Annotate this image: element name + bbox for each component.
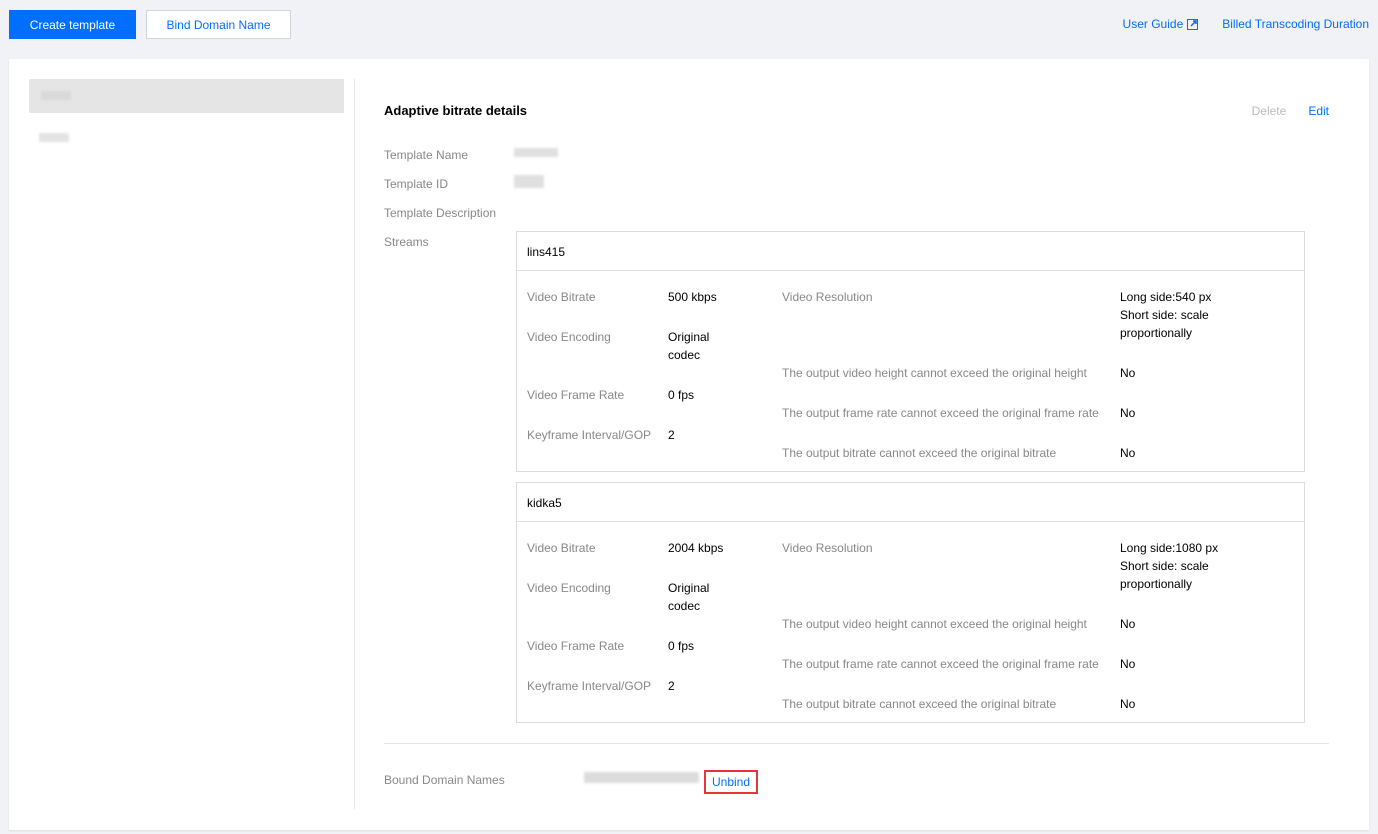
detail-title: Adaptive bitrate details (384, 103, 528, 118)
bind-domain-name-button[interactable]: Bind Domain Name (146, 10, 291, 39)
billed-transcoding-duration-link[interactable]: Billed Transcoding Duration (1222, 17, 1369, 31)
height-limit-value: No (1120, 617, 1136, 631)
video-resolution-label: Video Resolution (782, 290, 873, 304)
video-resolution-label: Video Resolution (782, 541, 873, 555)
template-name-label: Template Name (384, 148, 469, 162)
template-list-item[interactable] (29, 123, 344, 157)
stream-card: kidka5 Video Bitrate 2004 kbps Video Enc… (516, 482, 1305, 723)
unbind-button[interactable]: Unbind (704, 770, 758, 794)
bitrate-limit-value: No (1120, 446, 1136, 460)
streams-label: Streams (384, 235, 429, 249)
video-frame-rate-label: Video Frame Rate (527, 639, 625, 653)
framerate-limit-label: The output frame rate cannot exceed the … (782, 657, 1099, 671)
video-resolution-value-line: Long side:540 px (1120, 290, 1212, 304)
video-frame-rate-value: 0 fps (668, 388, 695, 402)
keyframe-interval-value: 2 (668, 428, 675, 442)
video-encoding-value-line: codec (668, 599, 701, 613)
stream-name: kidka5 (517, 483, 1304, 522)
bitrate-limit-label: The output bitrate cannot exceed the ori… (782, 697, 1057, 711)
video-frame-rate-label: Video Frame Rate (527, 388, 625, 402)
top-links: User Guide Billed Transcoding Duration (1123, 17, 1369, 31)
redacted-template-name (41, 91, 71, 100)
main-panel: Adaptive bitrate details Delete Edit Tem… (9, 59, 1369, 830)
stream-params: Video Bitrate 2004 kbps Video Encoding O… (517, 522, 1304, 722)
detail-actions: Delete Edit (1252, 104, 1329, 118)
template-id-label: Template ID (384, 177, 449, 191)
external-link-icon (1187, 18, 1199, 30)
video-encoding-value: Original codec (668, 579, 709, 615)
redacted-template-id-value (514, 175, 544, 188)
height-limit-value: No (1120, 366, 1136, 380)
template-detail: Adaptive bitrate details Delete Edit Tem… (384, 59, 1329, 830)
video-resolution-value-line: Short side: scale (1120, 559, 1209, 573)
video-encoding-label: Video Encoding (527, 330, 611, 344)
bitrate-limit-label: The output bitrate cannot exceed the ori… (782, 446, 1057, 460)
bound-domain-names-label: Bound Domain Names (384, 773, 505, 787)
edit-button[interactable]: Edit (1308, 104, 1329, 118)
video-resolution-value-line: proportionally (1120, 326, 1193, 340)
video-frame-rate-value: 0 fps (668, 639, 695, 653)
video-resolution-value: Long side:540 px Short side: scale propo… (1120, 288, 1211, 342)
delete-button[interactable]: Delete (1252, 104, 1287, 118)
keyframe-interval-label: Keyframe Interval/GOP (527, 428, 652, 442)
height-limit-label: The output video height cannot exceed th… (782, 366, 1087, 380)
stream-name: lins415 (517, 232, 1304, 271)
framerate-limit-value: No (1120, 406, 1136, 420)
redacted-domain-name (584, 772, 699, 783)
video-resolution-value: Long side:1080 px Short side: scale prop… (1120, 539, 1218, 593)
video-bitrate-label: Video Bitrate (527, 290, 596, 304)
template-list (9, 59, 354, 830)
keyframe-interval-value: 2 (668, 679, 675, 693)
user-guide-link[interactable]: User Guide (1123, 17, 1199, 31)
stream-card: lins415 Video Bitrate 500 kbps Video Enc… (516, 231, 1305, 472)
video-resolution-value-line: Long side:1080 px (1120, 541, 1219, 555)
video-encoding-value-line: Original (668, 330, 710, 344)
vertical-divider (354, 79, 355, 809)
horizontal-divider (384, 743, 1329, 744)
video-bitrate-value: 2004 kbps (668, 541, 724, 555)
redacted-template-name-value (514, 148, 558, 157)
video-bitrate-value: 500 kbps (668, 290, 717, 304)
create-template-button[interactable]: Create template (9, 10, 136, 39)
video-encoding-value-line: codec (668, 348, 701, 362)
video-encoding-value-line: Original (668, 581, 710, 595)
video-resolution-value-line: proportionally (1120, 577, 1193, 591)
template-description-label: Template Description (384, 206, 497, 220)
user-guide-label: User Guide (1122, 17, 1184, 31)
top-toolbar: Create template Bind Domain Name User Gu… (0, 0, 1378, 50)
video-encoding-value: Original codec (668, 328, 709, 364)
template-list-item-selected[interactable] (29, 79, 344, 113)
stream-params: Video Bitrate 500 kbps Video Encoding Or… (517, 271, 1304, 471)
redacted-template-name (39, 133, 69, 142)
framerate-limit-label: The output frame rate cannot exceed the … (782, 406, 1099, 420)
video-bitrate-label: Video Bitrate (527, 541, 596, 555)
height-limit-label: The output video height cannot exceed th… (782, 617, 1087, 631)
video-encoding-label: Video Encoding (527, 581, 611, 595)
framerate-limit-value: No (1120, 657, 1136, 671)
keyframe-interval-label: Keyframe Interval/GOP (527, 679, 652, 693)
bitrate-limit-value: No (1120, 697, 1136, 711)
video-resolution-value-line: Short side: scale (1120, 308, 1209, 322)
